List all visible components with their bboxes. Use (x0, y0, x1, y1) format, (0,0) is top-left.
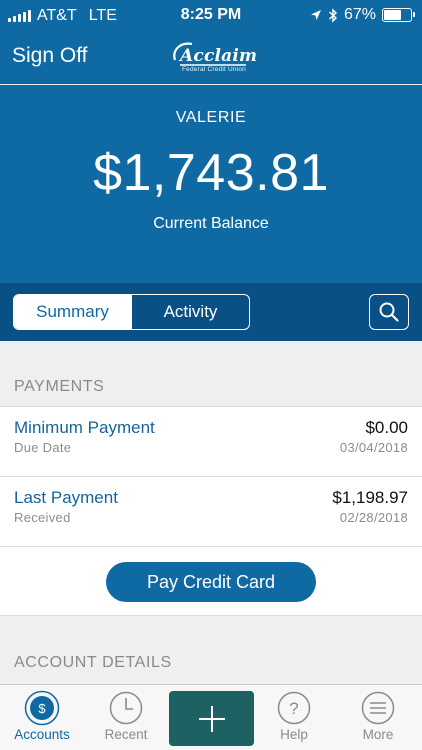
menu-icon (361, 691, 395, 725)
tab-summary[interactable]: Summary (14, 295, 131, 329)
bluetooth-icon (328, 7, 337, 23)
dollar-circle-icon: $ (24, 690, 60, 726)
bottom-tab-bar: $ Accounts Recent ? Help More (0, 684, 422, 750)
row-subtitle: Due Date (14, 440, 72, 455)
search-icon (379, 302, 399, 322)
last-payment-row[interactable]: Last Payment Received $1,198.97 02/28/20… (0, 476, 422, 546)
logo-name: Acclaim (180, 46, 258, 66)
row-amount: $0.00 (365, 418, 408, 437)
add-button[interactable] (169, 691, 254, 746)
pay-credit-card-button[interactable]: Pay Credit Card (106, 562, 316, 602)
battery-percent: 67% (343, 6, 376, 23)
question-icon: ? (277, 691, 311, 725)
tab-recent[interactable]: Recent (84, 685, 168, 750)
row-date: 02/28/2018 (339, 510, 408, 525)
row-title: Last Payment (14, 488, 118, 507)
acclaim-logo: Acclaim Federal Credit Union (170, 38, 257, 78)
pay-button-row: Pay Credit Card (0, 546, 422, 616)
battery-icon (382, 8, 415, 22)
svg-text:$: $ (38, 701, 46, 716)
member-name: VALERIE (175, 109, 247, 126)
sign-off-button[interactable]: Sign Off (12, 44, 88, 68)
tab-band: Summary Activity (0, 283, 422, 341)
status-bar: AT&T LTE 8:25 PM 67% (0, 0, 422, 32)
plus-icon (198, 705, 225, 732)
balance-amount: $1,743.81 (93, 144, 329, 202)
tab-label: More (362, 727, 394, 742)
balance-label: Current Balance (153, 215, 269, 232)
status-right: 67% (310, 6, 415, 24)
balance-hero: VALERIE $1,743.81 Current Balance (0, 85, 422, 283)
segmented-control: Summary Activity (13, 294, 250, 330)
logo-subtitle: Federal Credit Union (182, 66, 246, 73)
svg-text:?: ? (289, 699, 298, 718)
row-date: 03/04/2018 (339, 440, 408, 455)
tab-help[interactable]: ? Help (252, 685, 336, 750)
row-title: Minimum Payment (14, 418, 155, 437)
tab-label: Recent (104, 727, 148, 742)
tab-activity[interactable]: Activity (131, 295, 249, 329)
clock-icon (109, 691, 143, 725)
tab-more[interactable]: More (336, 685, 420, 750)
account-details-header: ACCOUNT DETAILS (14, 654, 172, 671)
tab-label: Help (280, 727, 308, 742)
row-amount: $1,198.97 (332, 488, 408, 507)
row-subtitle: Received (14, 510, 71, 525)
minimum-payment-row[interactable]: Minimum Payment Due Date $0.00 03/04/201… (0, 406, 422, 476)
payments-header: PAYMENTS (14, 378, 105, 395)
search-button[interactable] (369, 294, 409, 330)
tab-accounts[interactable]: $ Accounts (0, 685, 84, 750)
tab-label: Accounts (14, 727, 70, 742)
location-arrow-icon (310, 10, 321, 20)
battery-fill (384, 10, 402, 20)
nav-bar: Sign Off Acclaim Federal Credit Union (0, 32, 422, 84)
